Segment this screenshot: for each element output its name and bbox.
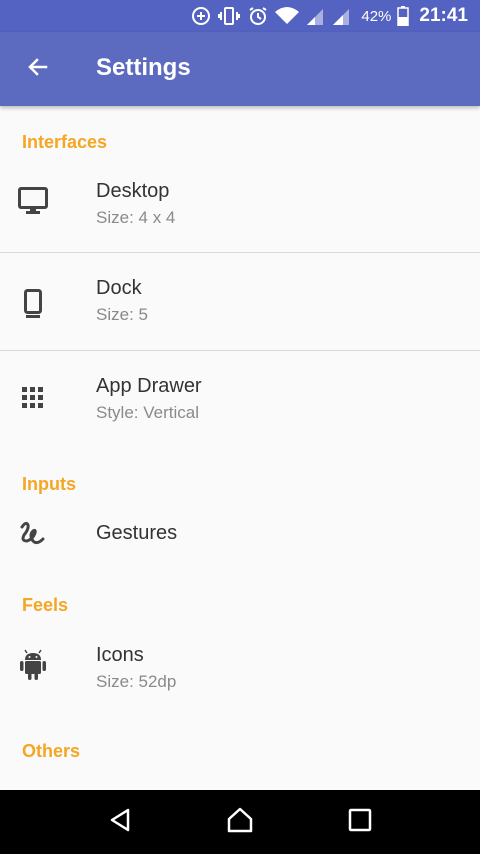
settings-item-title: Gestures — [96, 522, 178, 544]
settings-item-app-drawer[interactable]: App Drawer Style: Vertical — [0, 351, 480, 447]
section-header-others: Others — [22, 741, 81, 761]
settings-item-desktop[interactable]: Desktop Size: 4 x 4 — [0, 164, 480, 252]
back-triangle-icon — [107, 807, 133, 838]
nav-home-button[interactable] — [216, 798, 264, 846]
settings-item-gestures[interactable]: Gestures — [0, 504, 480, 564]
monitor-icon — [18, 186, 48, 216]
status-bar: 42% 21:41 — [0, 0, 480, 32]
page-title: Settings — [96, 54, 191, 81]
alarm-icon — [247, 6, 269, 26]
settings-item-subtitle: Style: Vertical — [96, 403, 199, 422]
settings-item-title: Dock — [96, 277, 142, 299]
signal-icon — [305, 7, 325, 25]
settings-item-subtitle: Size: 4 x 4 — [96, 208, 176, 227]
grid-icon — [18, 383, 48, 413]
nav-back-button[interactable] — [96, 798, 144, 846]
arrow-back-icon — [26, 55, 50, 84]
navigation-bar — [0, 790, 480, 854]
data-saver-icon — [191, 6, 211, 26]
settings-item-title: App Drawer — [96, 375, 202, 397]
recents-icon — [348, 808, 372, 837]
settings-item-subtitle: Size: 5 — [96, 305, 148, 324]
settings-item-title: Desktop — [96, 180, 170, 202]
section-header-feels: Feels — [22, 595, 69, 615]
settings-list: Interfaces Desktop Size: 4 x 4 Dock Size… — [0, 106, 480, 790]
clock: 21:41 — [419, 5, 468, 26]
vibrate-icon — [217, 6, 241, 26]
gesture-icon — [18, 518, 48, 548]
app-bar: Settings — [0, 32, 480, 106]
settings-item-dock[interactable]: Dock Size: 5 — [0, 253, 480, 350]
nav-recents-button[interactable] — [336, 798, 384, 846]
signal-icon — [331, 7, 351, 25]
section-header-inputs: Inputs — [22, 474, 76, 494]
home-icon — [226, 807, 254, 838]
settings-item-icons[interactable]: Icons Size: 52dp — [0, 626, 480, 718]
settings-item-subtitle: Size: 52dp — [96, 672, 177, 691]
battery-percent: 42% — [361, 7, 392, 25]
android-icon — [18, 649, 48, 680]
battery-icon — [397, 6, 410, 26]
phone-dock-icon — [18, 289, 48, 319]
settings-item-title: Icons — [96, 644, 144, 666]
back-button[interactable] — [18, 49, 58, 89]
wifi-icon — [275, 6, 300, 26]
section-header-interfaces: Interfaces — [22, 132, 108, 152]
